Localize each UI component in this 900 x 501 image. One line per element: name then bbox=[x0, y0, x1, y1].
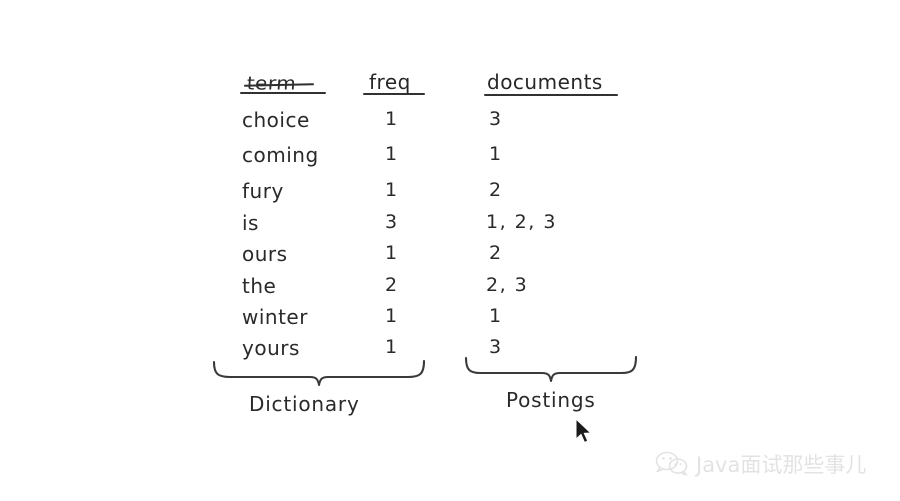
table-cell-freq: 1 bbox=[385, 108, 398, 130]
table-row: winter bbox=[242, 305, 308, 329]
table-row: coming bbox=[242, 143, 319, 167]
table-row: ours bbox=[242, 242, 288, 266]
table-cell-documents: 1, 2, 3 bbox=[486, 211, 557, 233]
table-cell-documents: 3 bbox=[489, 108, 503, 130]
table-cell-documents: 2, 3 bbox=[486, 274, 529, 296]
table-cell-freq: 2 bbox=[385, 274, 398, 296]
table-cell-documents: 1 bbox=[489, 143, 503, 165]
table-cell-documents: 2 bbox=[489, 242, 503, 264]
term-header-underline bbox=[240, 92, 326, 94]
table-row: fury bbox=[242, 179, 284, 203]
table-row: choice bbox=[242, 108, 310, 132]
postings-brace bbox=[464, 355, 638, 383]
table-cell-freq: 1 bbox=[385, 179, 398, 201]
table-cell-freq: 1 bbox=[385, 336, 398, 358]
documents-header-underline bbox=[484, 94, 618, 96]
table-cell-freq: 1 bbox=[385, 143, 398, 165]
mouse-pointer-icon bbox=[575, 418, 592, 444]
table-row: yours bbox=[242, 336, 300, 360]
column-header-documents: documents bbox=[487, 70, 603, 94]
table-cell-freq: 3 bbox=[385, 211, 398, 233]
table-cell-documents: 3 bbox=[489, 336, 503, 358]
table-cell-documents: 2 bbox=[489, 179, 503, 201]
column-header-freq: freq bbox=[369, 70, 411, 94]
dictionary-brace bbox=[212, 359, 426, 387]
table-cell-freq: 1 bbox=[385, 305, 398, 327]
screenshot-canvas: term freq documents choice 1 3 coming 1 … bbox=[0, 0, 900, 501]
wechat-icon bbox=[655, 451, 688, 476]
table-cell-documents: 1 bbox=[489, 305, 503, 327]
dictionary-label: Dictionary bbox=[249, 392, 360, 416]
table-row: is bbox=[242, 211, 259, 235]
watermark-text: Java面试那些事儿 bbox=[696, 453, 867, 477]
table-row: the bbox=[242, 274, 277, 298]
postings-label: Postings bbox=[506, 388, 596, 412]
freq-header-underline bbox=[363, 93, 425, 95]
watermark: Java面试那些事儿 bbox=[655, 449, 866, 479]
table-cell-freq: 1 bbox=[385, 242, 398, 264]
